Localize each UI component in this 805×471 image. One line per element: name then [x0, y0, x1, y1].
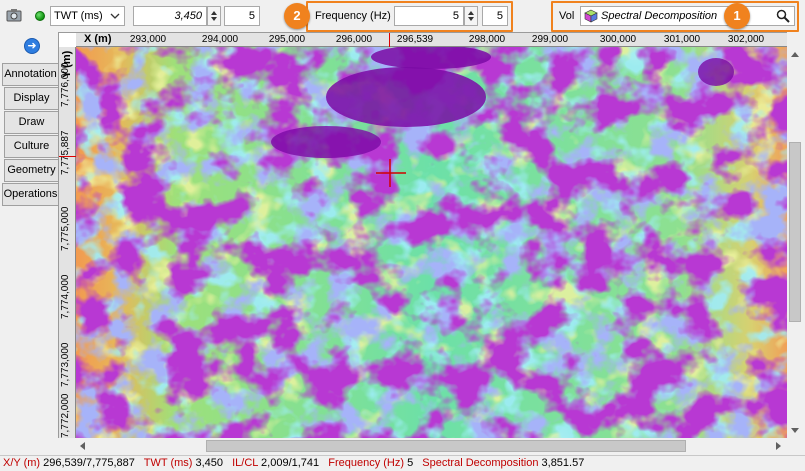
domain-dropdown-value: TWT (ms) — [54, 10, 103, 22]
twt-spinner[interactable] — [207, 6, 221, 26]
y-tick: 7,774,000 — [60, 274, 71, 320]
y-axis-ruler: 7,776,000 7,775,887 7,775,000 7,774,000 … — [59, 47, 76, 438]
domain-dropdown[interactable]: TWT (ms) — [50, 6, 125, 26]
status-ilcl-value: 2,009/1,741 — [261, 457, 320, 469]
tab-culture[interactable]: Culture — [4, 135, 58, 158]
y-tick: 7,773,000 — [60, 342, 71, 388]
vertical-scroll-thumb[interactable] — [789, 142, 801, 322]
status-volume-value: 3,851.57 — [541, 457, 585, 469]
tab-display[interactable]: Display — [4, 87, 58, 110]
x-cursor-marker — [389, 33, 390, 47]
tab-draw[interactable]: Draw — [4, 111, 58, 134]
y-tick: 7,772,000 — [60, 393, 71, 439]
status-twt-key: TWT (ms) — [143, 457, 193, 469]
tab-geometry[interactable]: Geometry — [4, 159, 58, 182]
horizontal-scrollbar[interactable] — [76, 438, 787, 454]
y-axis-label: Y (m) — [61, 50, 73, 78]
y-cursor-marker — [59, 156, 76, 157]
x-axis-ruler: 293,000 294,000 295,000 296,000 296,539 … — [76, 33, 787, 47]
tab-annotation[interactable]: Annotation — [2, 63, 58, 86]
navigate-arrow-icon[interactable]: ➜ — [24, 38, 40, 54]
frequency-highlight — [306, 1, 513, 32]
seismic-map-window: TWT (ms) 3,450 5 Frequency (Hz) 5 5 Vol … — [0, 0, 805, 471]
y-tick-cursor: 7,775,887 — [60, 130, 71, 176]
twt-step-input[interactable]: 5 — [224, 6, 260, 26]
horizontal-scroll-thumb[interactable] — [206, 440, 686, 452]
x-tick: 299,000 — [531, 34, 569, 45]
volume-highlight — [551, 1, 799, 32]
x-axis-label: X (m) — [84, 33, 112, 45]
twt-input[interactable]: 3,450 — [133, 6, 207, 26]
status-frequency-key: Frequency (Hz) — [328, 457, 405, 469]
status-ilcl-key: IL/CL — [232, 457, 258, 469]
callout-badge-1: 1 — [724, 3, 750, 29]
x-tick: 296,000 — [335, 34, 373, 45]
x-tick: 300,000 — [599, 34, 637, 45]
status-xy-key: X/Y (m) — [3, 457, 41, 469]
seismic-attribute-map[interactable] — [76, 47, 787, 438]
status-twt-value: 3,450 — [195, 457, 224, 469]
x-tick: 293,000 — [129, 34, 167, 45]
tab-operations[interactable]: Operations — [2, 183, 58, 206]
callout-badge-2: 2 — [284, 3, 310, 29]
status-bar: X/Y (m) 296,539/7,775,887 TWT (ms) 3,450… — [0, 455, 805, 471]
status-frequency-value: 5 — [407, 457, 414, 469]
side-panel: ➜ Annotation Display Draw Culture Geomet… — [0, 32, 58, 452]
scroll-left-icon[interactable] — [80, 442, 85, 450]
x-tick: 301,000 — [663, 34, 701, 45]
scroll-right-icon[interactable] — [776, 442, 781, 450]
camera-icon[interactable] — [6, 8, 22, 22]
scroll-up-icon[interactable] — [791, 52, 799, 57]
vertical-scrollbar[interactable] — [787, 32, 803, 438]
status-xy-value: 296,539/7,775,887 — [43, 457, 135, 469]
x-tick-cursor: 296,539 — [396, 34, 434, 45]
x-tick: 295,000 — [268, 34, 306, 45]
chevron-down-icon — [110, 13, 120, 19]
status-volume-key: Spectral Decomposition — [422, 457, 539, 469]
scroll-down-icon[interactable] — [791, 428, 799, 433]
y-tick: 7,775,000 — [60, 206, 71, 252]
status-indicator-icon — [35, 11, 45, 21]
x-tick: 294,000 — [201, 34, 239, 45]
toolbar: TWT (ms) 3,450 5 Frequency (Hz) 5 5 Vol … — [0, 0, 805, 32]
x-tick: 298,000 — [468, 34, 506, 45]
x-tick: 302,000 — [727, 34, 765, 45]
